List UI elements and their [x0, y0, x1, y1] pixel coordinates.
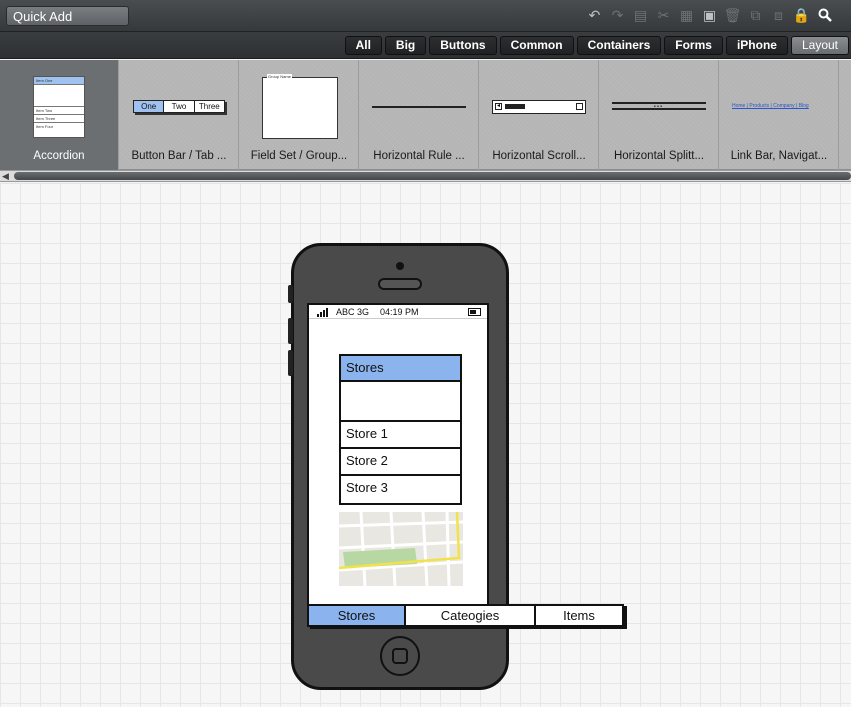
tab-common[interactable]: Common: [499, 36, 574, 55]
thumb-text: Two: [164, 101, 195, 112]
gallery-item-horizontal-rule[interactable]: Horizontal Rule ...: [360, 60, 479, 170]
gallery-item-field-set[interactable]: Group Name Field Set / Group...: [240, 60, 359, 170]
gallery-item-horizontal-splitter[interactable]: • • • Horizontal Splitt...: [600, 60, 719, 170]
field-set-thumbnail: Group Name: [262, 74, 338, 139]
speaker-grille: [378, 278, 422, 290]
accordion-header-stores[interactable]: Stores: [341, 356, 460, 382]
phone-screen: ABC 3G 04:19 PM Stores Store 1 Store 2 S…: [307, 303, 489, 607]
status-time: 04:19 PM: [380, 307, 419, 317]
thumb-text: Item Two: [34, 107, 84, 115]
tab-forms[interactable]: Forms: [664, 36, 723, 55]
signal-icon: [317, 308, 328, 317]
home-button: [380, 636, 420, 676]
toolbar-icons: ↶ ↷ ▤ ✂ ▦ ▣ 🗑 ⧉ ⧈ 🔒: [586, 6, 833, 24]
battery-icon: [468, 308, 481, 316]
tab-layout[interactable]: Layout: [790, 36, 849, 55]
component-gallery: Item One Item Two Item Three Item Four A…: [0, 60, 851, 170]
ungroup-icon[interactable]: ⧈: [770, 6, 787, 24]
thumb-text: One: [134, 101, 165, 112]
thumb-text: Item One: [34, 77, 84, 85]
redo-icon[interactable]: ↷: [609, 6, 626, 24]
gallery-item-link-bar[interactable]: Home | Products | Company | Blog Link Ba…: [720, 60, 839, 170]
gallery-item-label: Horizontal Scroll...: [492, 150, 586, 162]
horizontal-rule-thumbnail: [372, 106, 466, 108]
gallery-item-label: Button Bar / Tab ...: [131, 150, 227, 162]
horizontal-scroll-thumbnail: ◂: [492, 100, 586, 114]
cut-icon[interactable]: ✂: [655, 6, 672, 24]
stores-accordion[interactable]: Stores Store 1 Store 2 Store 3: [339, 354, 462, 505]
gallery-item-label: Link Bar, Navigat...: [730, 150, 828, 162]
volume-down-button: [288, 350, 293, 376]
mute-switch: [288, 285, 293, 303]
undo-icon[interactable]: ↶: [586, 6, 603, 24]
gallery-item-horizontal-scroll[interactable]: ◂ Horizontal Scroll...: [480, 60, 599, 170]
map-image: [339, 512, 463, 586]
lock-icon[interactable]: 🔒: [793, 6, 810, 24]
phone-tab-bar[interactable]: Stores Cateogies Items: [307, 604, 624, 627]
thumb-text: Three: [198, 102, 220, 111]
scroll-right-arrow-icon: [576, 103, 583, 110]
tab-buttons[interactable]: Buttons: [429, 36, 497, 55]
horizontal-splitter-thumbnail: • • •: [612, 102, 706, 110]
accordion-item-store-1[interactable]: Store 1: [341, 422, 460, 449]
button-bar-thumbnail: One Two Three: [133, 100, 225, 113]
tab-stores[interactable]: Stores: [309, 606, 406, 625]
tab-big[interactable]: Big: [384, 36, 427, 55]
tab-items[interactable]: Items: [536, 606, 622, 625]
accordion-thumbnail: Item One Item Two Item Three Item Four: [33, 76, 85, 138]
tab-iphone[interactable]: iPhone: [725, 36, 788, 55]
volume-up-button: [288, 318, 293, 344]
accordion-content: [341, 382, 460, 422]
delete-icon[interactable]: 🗑: [724, 6, 742, 24]
carrier-label: ABC 3G: [336, 307, 370, 317]
gallery-item-label: Horizontal Rule ...: [373, 150, 465, 162]
gallery-item-accordion[interactable]: Item One Item Two Item Three Item Four A…: [0, 60, 119, 170]
thumb-text: Home | Products | Company | Blog: [732, 103, 809, 109]
scroll-left-arrow-icon: ◂: [495, 103, 502, 110]
camera-icon: [396, 262, 404, 270]
thumb-text: Group Name: [267, 74, 292, 79]
tab-categories[interactable]: Cateogies: [406, 606, 536, 625]
thumb-text: Item Four: [36, 124, 54, 129]
status-bar: ABC 3G 04:19 PM: [309, 305, 487, 319]
clipboard-icon[interactable]: ▣: [701, 6, 718, 24]
thumb-text: Item Three: [34, 115, 84, 123]
scroll-left-icon[interactable]: ◀: [2, 171, 9, 181]
tab-all[interactable]: All: [344, 36, 382, 55]
gallery-item-label: Horizontal Splitt...: [613, 150, 705, 162]
gallery-scrollbar[interactable]: ◀: [0, 170, 851, 182]
accordion-item-store-3[interactable]: Store 3: [341, 476, 460, 503]
tab-containers[interactable]: Containers: [576, 36, 662, 55]
accordion-item-store-2[interactable]: Store 2: [341, 449, 460, 476]
gallery-item-button-bar[interactable]: One Two Three Button Bar / Tab ...: [120, 60, 239, 170]
gallery-item-label: Field Set / Group...: [250, 150, 348, 162]
design-canvas[interactable]: ABC 3G 04:19 PM Stores Store 1 Store 2 S…: [0, 183, 851, 707]
filter-tab-bar: All Big Buttons Common Containers Forms …: [0, 32, 851, 59]
paste-icon[interactable]: ▦: [678, 6, 695, 24]
group-icon[interactable]: ⧉: [747, 6, 764, 24]
scrollbar-thumb[interactable]: [14, 172, 851, 180]
gallery-item-label: Accordion: [33, 150, 85, 162]
top-toolbar: ↶ ↷ ▤ ✂ ▦ ▣ 🗑 ⧉ ⧈ 🔒: [0, 0, 851, 32]
quick-add-input[interactable]: [6, 6, 129, 26]
search-icon[interactable]: [816, 6, 833, 24]
copy-icon[interactable]: ▤: [632, 6, 649, 24]
